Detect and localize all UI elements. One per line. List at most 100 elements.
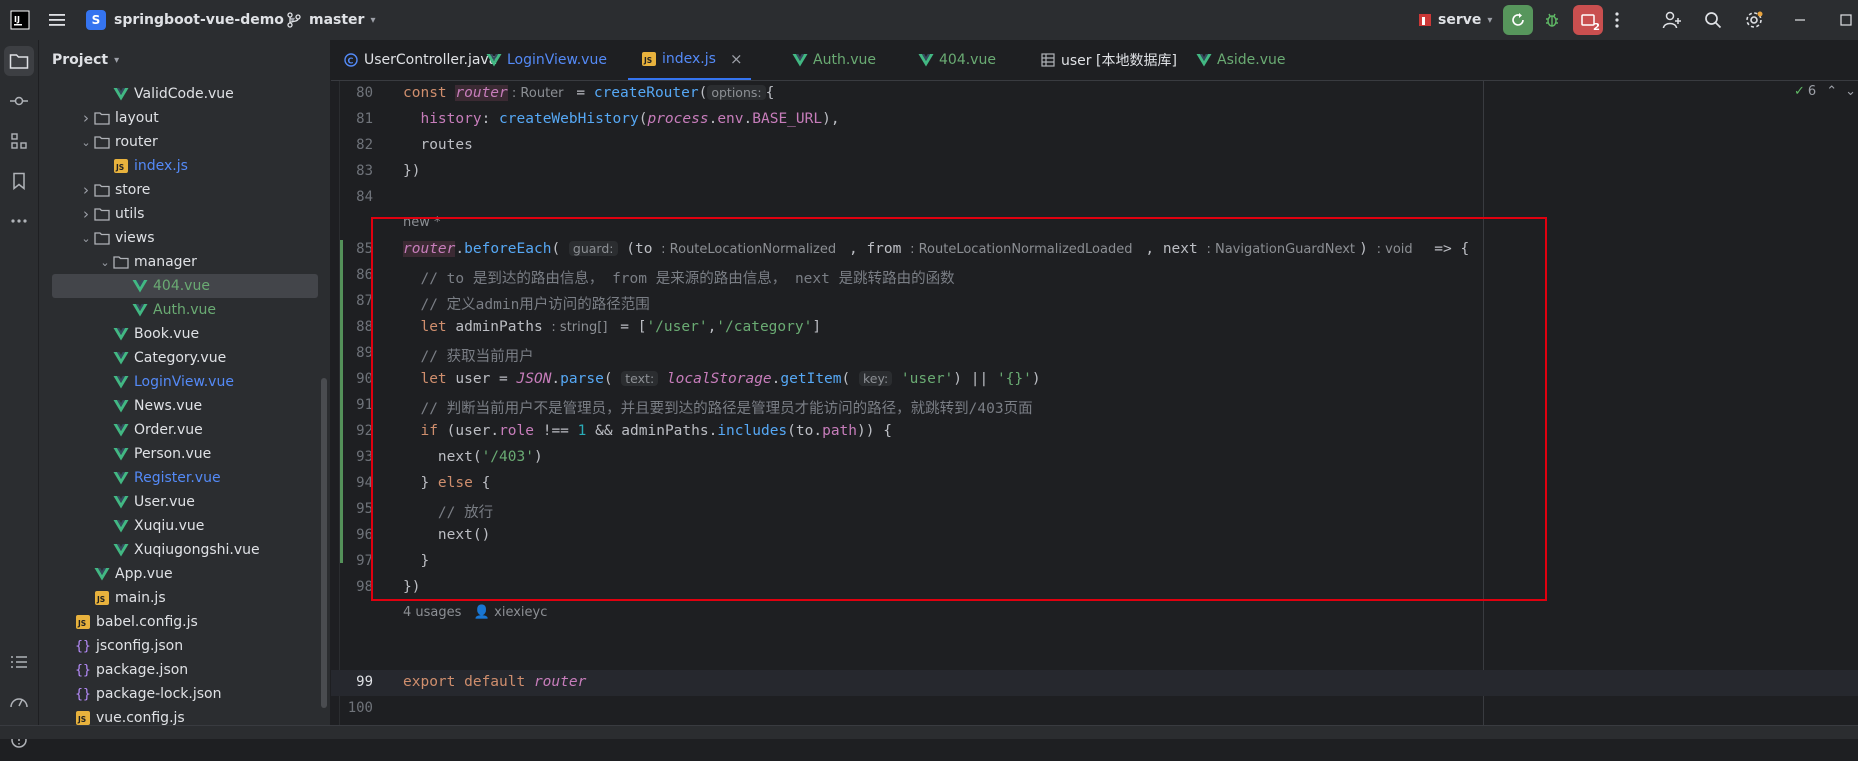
more-tools-button[interactable] [4, 206, 34, 236]
vue-file-icon [113, 518, 129, 534]
intellij-logo-icon[interactable]: IJ [10, 0, 30, 40]
maximize-window-icon[interactable] [1840, 0, 1852, 40]
author-icon: 👤 [473, 605, 490, 620]
close-tab-icon[interactable]: × [730, 50, 743, 68]
tree-item[interactable]: User.vue [39, 490, 330, 514]
tree-item[interactable]: Xuqiu.vue [39, 514, 330, 538]
debug-button[interactable] [1543, 0, 1561, 40]
js-file-icon: JS [94, 590, 110, 606]
more-actions-icon[interactable] [1614, 0, 1620, 40]
tree-item[interactable]: LoginView.vue [39, 370, 330, 394]
project-tool-button[interactable] [4, 46, 34, 76]
chevron-down-icon[interactable]: ⌄ [78, 230, 94, 246]
code-line: routes [403, 137, 473, 153]
todo-tool-button[interactable] [4, 647, 34, 677]
tree-item[interactable]: ValidCode.vue [39, 82, 330, 106]
editor-tab[interactable]: JS index.js × [628, 40, 751, 80]
editor-tab[interactable]: LoginView.vue [486, 40, 607, 80]
tree-item[interactable]: Book.vue [39, 322, 330, 346]
chevron-down-icon[interactable]: ⌄ [97, 254, 113, 270]
tree-item[interactable]: Register.vue [39, 466, 330, 490]
folder-icon [94, 230, 110, 246]
tree-item[interactable]: Auth.vue [39, 298, 330, 322]
tree-item[interactable]: 404.vue [52, 274, 318, 298]
tree-item-label: package.json [96, 662, 189, 678]
tree-item[interactable]: › layout [39, 106, 330, 130]
tree-item[interactable]: Category.vue [39, 346, 330, 370]
chevron-right-icon[interactable]: › [78, 109, 94, 127]
vue-file-icon [132, 302, 148, 318]
tree-item[interactable]: {} jsconfig.json [39, 634, 330, 658]
tree-item[interactable]: › store [39, 178, 330, 202]
editor-tab-label: user [本地数据库] [1061, 53, 1177, 69]
chevron-right-icon[interactable]: › [78, 205, 94, 223]
tree-item[interactable]: JS index.js [39, 154, 330, 178]
tree-item[interactable]: Xuqiugongshi.vue [39, 538, 330, 562]
tree-item-label: manager [134, 254, 197, 270]
editor-tab-label: Auth.vue [813, 52, 877, 68]
editor-tab[interactable]: user [本地数据库] [1040, 40, 1177, 80]
tree-item[interactable]: JS babel.config.js [39, 610, 330, 634]
project-panel-header[interactable]: Project ▾ [52, 40, 119, 80]
editor-tab[interactable]: Auth.vue [792, 40, 876, 80]
java-class-icon: C [343, 52, 359, 68]
search-icon[interactable] [1704, 0, 1722, 40]
tree-item[interactable]: › utils [39, 202, 330, 226]
tree-item[interactable]: JS main.js [39, 586, 330, 610]
minimize-window-icon[interactable] [1794, 0, 1806, 40]
usages-hint[interactable]: 4 usages 👤 xiexieyc [403, 605, 547, 620]
tree-item[interactable]: {} package-lock.json [39, 682, 330, 706]
settings-gear-icon[interactable] [1744, 0, 1764, 40]
run-config-selector[interactable]: serve ▾ [1418, 0, 1492, 40]
svg-text:JS: JS [643, 56, 652, 65]
chevron-right-icon[interactable]: › [78, 181, 94, 199]
vue-file-icon [113, 422, 129, 438]
tree-item[interactable]: App.vue [39, 562, 330, 586]
more-horizontal-icon [11, 219, 27, 223]
json-file-icon: {} [75, 638, 91, 654]
editor-tab[interactable]: 404.vue [918, 40, 996, 80]
tree-item[interactable]: News.vue [39, 394, 330, 418]
chevron-down-icon[interactable]: ⌄ [78, 134, 94, 150]
tree-item-label: main.js [115, 590, 166, 606]
tree-item-label: Register.vue [134, 470, 221, 486]
add-user-icon[interactable] [1662, 0, 1682, 40]
code-line: const router : Router = createRouter(opt… [403, 85, 775, 101]
code-line: history: createWebHistory(process.env.BA… [420, 111, 840, 127]
project-switcher[interactable]: S springboot-vue-demo ▾ [86, 0, 295, 40]
stop-button[interactable]: 2 [1573, 0, 1603, 40]
tree-item[interactable]: ⌄ views [39, 226, 330, 250]
project-badge: S [86, 10, 106, 30]
rerun-button[interactable] [1503, 0, 1533, 40]
vue-file-icon [113, 470, 129, 486]
bookmarks-tool-button[interactable] [4, 166, 34, 196]
editor-tab-label: Aside.vue [1217, 52, 1286, 68]
tree-item[interactable]: {} package.json [39, 658, 330, 682]
svg-text:JS: JS [115, 163, 124, 172]
vue-file-icon [113, 374, 129, 390]
tree-item-label: utils [115, 206, 145, 222]
tree-item-label: package-lock.json [96, 686, 222, 702]
tree-item[interactable]: Order.vue [39, 418, 330, 442]
project-panel-title: Project [52, 52, 109, 68]
tree-item[interactable]: Person.vue [39, 442, 330, 466]
stop-count-badge: 2 [1593, 22, 1600, 33]
commit-tool-button[interactable] [4, 86, 34, 116]
structure-tool-button[interactable] [4, 126, 34, 156]
editor-tab[interactable]: C UserController.java [343, 40, 497, 80]
tree-item[interactable]: ⌄ manager [39, 250, 330, 274]
project-tree-scrollbar[interactable] [321, 378, 327, 708]
editor-tab[interactable]: Aside.vue [1196, 40, 1285, 80]
tree-item-label: Xuqiu.vue [134, 518, 205, 534]
main-menu-icon[interactable] [48, 0, 66, 40]
vue-file-icon [113, 326, 129, 342]
vue-file-icon [113, 494, 129, 510]
tree-item[interactable]: ⌄ router [39, 130, 330, 154]
tree-item-label: LoginView.vue [134, 374, 234, 390]
branch-switcher[interactable]: master ▾ [286, 0, 376, 40]
services-tool-button[interactable] [4, 687, 34, 717]
bookmark-icon [13, 172, 25, 190]
